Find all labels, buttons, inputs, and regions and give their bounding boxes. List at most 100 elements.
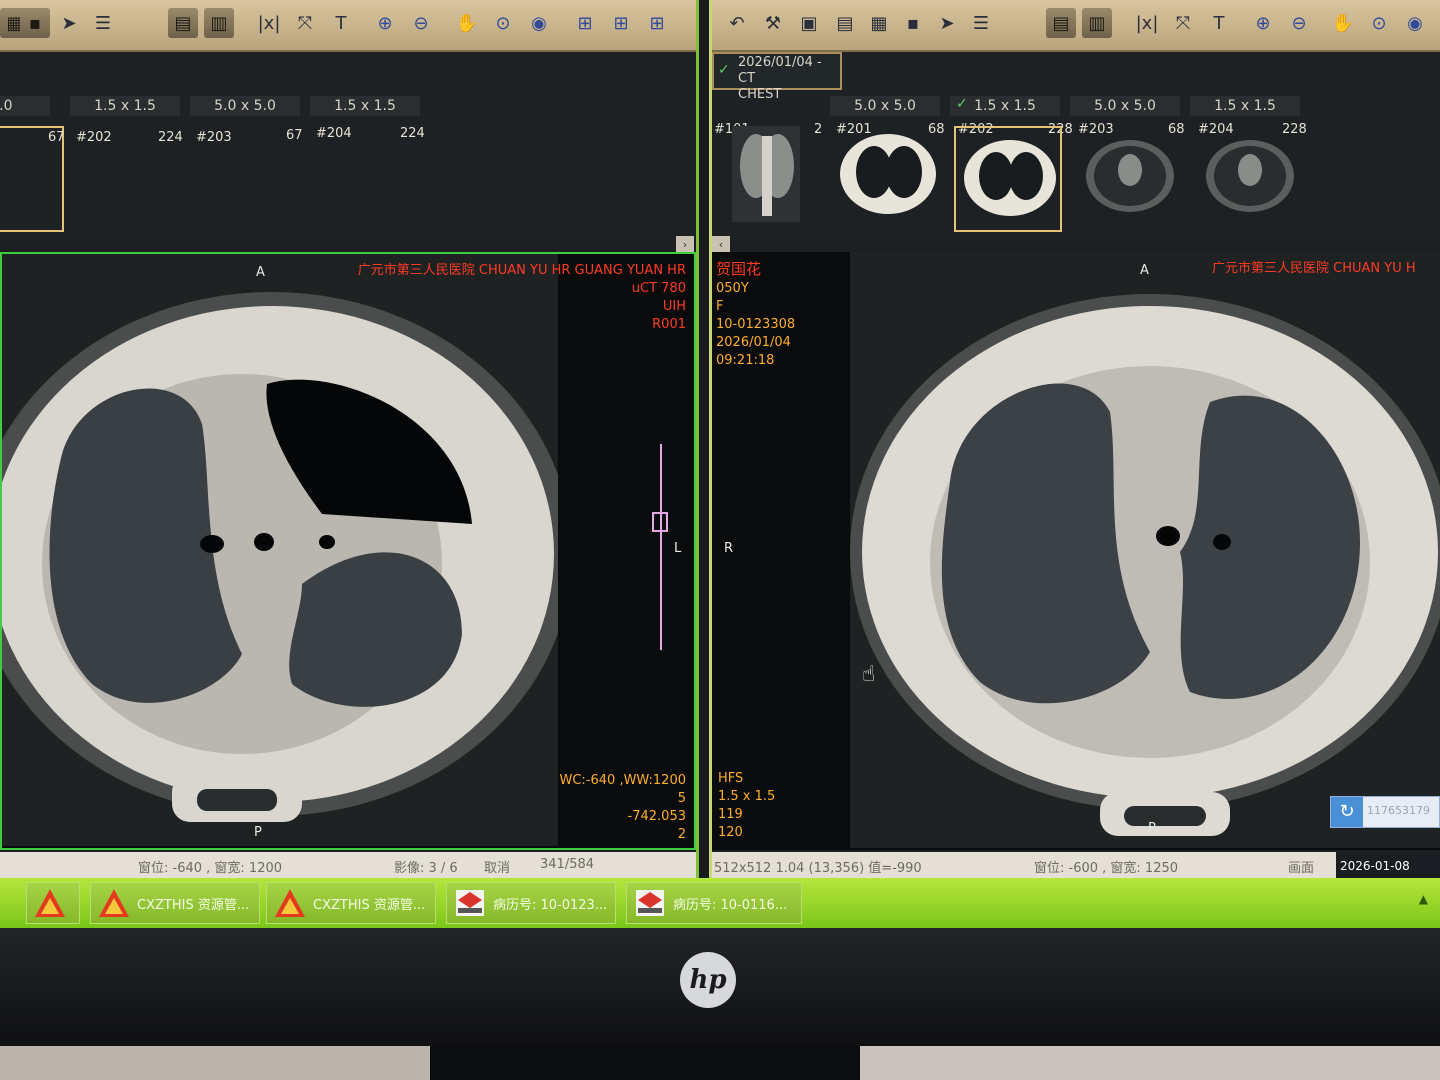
- undo-icon[interactable]: ↶: [722, 8, 752, 38]
- layout-icon[interactable]: ▤: [168, 8, 198, 38]
- reset-icon[interactable]: |x|: [1132, 8, 1162, 38]
- ct-scan-image: [2, 254, 558, 846]
- orientation-top: A: [1140, 263, 1149, 278]
- series-number[interactable]: #204: [316, 126, 352, 141]
- rows-icon[interactable]: ▤: [830, 8, 860, 38]
- check-icon: ✓: [956, 96, 968, 112]
- send-icon[interactable]: ➤: [932, 8, 962, 38]
- taskbar-app-button[interactable]: [26, 882, 80, 924]
- left-viewer-pane: x 5.0 1.5 x 1.5 5.0 x 5.0 1.5 x 1.5 67 #…: [0, 52, 696, 880]
- desk-surface: [860, 1046, 1440, 1080]
- magnify-region-icon[interactable]: ◉: [1400, 8, 1430, 38]
- zoom-in-icon[interactable]: ⊕: [370, 8, 400, 38]
- scroll-track[interactable]: [660, 444, 662, 650]
- left-image-viewport[interactable]: A 广元市第三人民医院 CHUAN YU HR GUANG YUAN HR uC…: [0, 252, 696, 850]
- overlay-value: -742.053: [627, 809, 686, 824]
- records-icon: [456, 890, 484, 916]
- series-count: 224: [400, 126, 425, 141]
- refresh-icon[interactable]: ↻: [1331, 797, 1363, 827]
- cancel-button[interactable]: 取消: [484, 857, 510, 876]
- pane-divider[interactable]: [696, 0, 712, 880]
- series-thumbnail[interactable]: [1196, 126, 1304, 232]
- series-count: 67: [286, 128, 303, 143]
- magnify-icon[interactable]: ⊙: [488, 8, 518, 38]
- divider-edge: [696, 0, 699, 880]
- reset-icon[interactable]: |x|: [254, 8, 284, 38]
- grid-layout2-icon[interactable]: ⊞: [606, 8, 636, 38]
- series-tag: 1.5 x 1.5: [70, 96, 180, 116]
- series-number[interactable]: #203: [196, 130, 232, 145]
- check-icon: ✓: [718, 62, 730, 78]
- scroll-right-button[interactable]: ›: [676, 236, 694, 252]
- right-image-viewport[interactable]: 贺国花 050Y F 10-0123308 2026/01/04 09:21:1…: [712, 252, 1440, 850]
- series-strip: ✓ 2026/01/04 - CT CHEST 5.0 x 5.0 1.5 x …: [712, 52, 1440, 242]
- right-status-bar: 512x512 1.04 (13,356) 值=-990 窗位: -600 , …: [712, 852, 1440, 880]
- layout-icon[interactable]: ▤: [1046, 8, 1076, 38]
- save-icon[interactable]: ▪: [898, 8, 928, 38]
- records-icon: [636, 890, 664, 916]
- orientation-left: L: [674, 541, 682, 556]
- grid-layout-icon[interactable]: ⊞: [570, 8, 600, 38]
- taskbar-app-button[interactable]: 病历号: 10-0116...: [626, 882, 802, 924]
- text-icon[interactable]: T: [326, 8, 356, 38]
- list-icon[interactable]: ☰: [966, 8, 996, 38]
- taskbar-item-label: CXZTHIS 资源管...: [137, 897, 250, 913]
- overlay-value: 119: [718, 807, 743, 822]
- zoom-in-icon[interactable]: ⊕: [1248, 8, 1278, 38]
- series-thumbnail[interactable]: [834, 126, 942, 232]
- notification-id: 117653179: [1367, 804, 1430, 817]
- hospital-name: 广元市第三人民医院 CHUAN YU H: [1212, 261, 1416, 276]
- pan-hand-icon[interactable]: ✋: [452, 8, 482, 38]
- pan-hand-icon[interactable]: ✋: [1328, 8, 1358, 38]
- patient-age: 050Y: [716, 281, 749, 296]
- hand-cursor-icon: ☝: [862, 662, 876, 687]
- overlay-value: 120: [718, 825, 743, 840]
- scroll-left-button[interactable]: ‹: [712, 236, 730, 252]
- fit-icon[interactable]: ⤧: [290, 8, 320, 38]
- frame-icon[interactable]: ▣: [794, 8, 824, 38]
- taskbar-app-button[interactable]: CXZTHIS 资源管...: [90, 882, 260, 924]
- series-strip: x 5.0 1.5 x 1.5 5.0 x 5.0 1.5 x 1.5 67 #…: [0, 52, 696, 242]
- series-number[interactable]: #202: [76, 130, 112, 145]
- scroll-thumb[interactable]: [652, 512, 668, 532]
- clock-date: 2026-01-08: [1336, 852, 1440, 880]
- tool-icon[interactable]: ⚒: [758, 8, 788, 38]
- window-level: WC:-640 ,WW:1200: [559, 773, 687, 788]
- series-thumbnail[interactable]: [712, 126, 820, 232]
- save-icon[interactable]: ▪: [20, 8, 50, 38]
- patient-id: 10-0123308: [716, 317, 796, 332]
- taskbar-item-label: CXZTHIS 资源管...: [313, 897, 426, 913]
- patient-name: 贺国花: [716, 260, 762, 278]
- image-index: 影像: 3 / 6: [394, 861, 458, 876]
- series-thumbnail-selected[interactable]: [954, 126, 1062, 232]
- taskbar: CXZTHIS 资源管... CXZTHIS 资源管... 病历号: 10-01…: [0, 878, 1440, 928]
- zoom-out-icon[interactable]: ⊖: [1284, 8, 1314, 38]
- tiles-icon[interactable]: ▦: [864, 8, 894, 38]
- fit-icon[interactable]: ⤧: [1168, 8, 1198, 38]
- send-icon[interactable]: ➤: [54, 8, 84, 38]
- series-tag: 5.0 x 5.0: [190, 96, 300, 116]
- notification-widget[interactable]: ↻ 117653179: [1330, 796, 1440, 828]
- taskbar-app-button[interactable]: CXZTHIS 资源管...: [266, 882, 436, 924]
- hospital-name: 广元市第三人民医院 CHUAN YU HR GUANG YUAN HR: [357, 263, 686, 278]
- series-tag: 1.5 x 1.5: [310, 96, 420, 116]
- left-status-bar: 窗位: -640 , 窗宽: 1200 影像: 3 / 6 取消 341/584: [0, 852, 696, 880]
- slice-thickness: 1.5 x 1.5: [718, 789, 776, 804]
- tray-arrow-icon[interactable]: ▲: [1419, 892, 1428, 906]
- magnify-icon[interactable]: ⊙: [1364, 8, 1394, 38]
- series-count: 224: [158, 130, 183, 145]
- zoom-out-icon[interactable]: ⊖: [406, 8, 436, 38]
- layout2-icon[interactable]: ▥: [204, 8, 234, 38]
- grid-layout3-icon[interactable]: ⊞: [642, 8, 672, 38]
- overlay-value: 5: [677, 791, 686, 806]
- magnify-region-icon[interactable]: ◉: [524, 8, 554, 38]
- study-tab[interactable]: ✓ 2026/01/04 - CT CHEST: [712, 52, 842, 102]
- layout2-icon[interactable]: ▥: [1082, 8, 1112, 38]
- study-date: 2026/01/04 - CT: [738, 55, 822, 86]
- taskbar-app-button[interactable]: 病历号: 10-0123...: [446, 882, 616, 924]
- app-logo-icon: [99, 889, 129, 917]
- series-thumbnail[interactable]: [1076, 126, 1184, 232]
- text-icon[interactable]: T: [1204, 8, 1234, 38]
- list-icon[interactable]: ☰: [88, 8, 118, 38]
- series-tag: 5.0 x 5.0: [830, 96, 940, 116]
